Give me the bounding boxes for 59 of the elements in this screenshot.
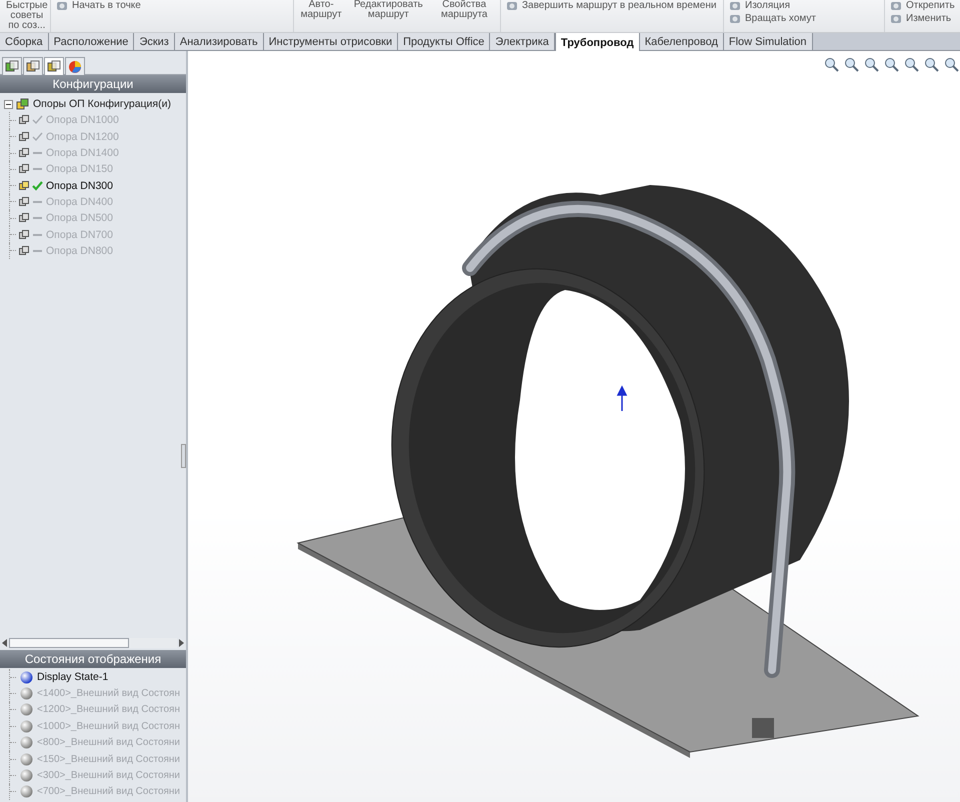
tool-icon [729, 13, 741, 25]
ribbon-tab[interactable]: Эскиз [134, 33, 175, 50]
property-icon [26, 60, 40, 74]
tool-icon [56, 0, 68, 12]
tool-icon [890, 0, 902, 12]
feature-tree-icon [5, 60, 19, 74]
collapse-toggle[interactable] [4, 100, 13, 109]
splitter-handle[interactable] [181, 444, 186, 468]
panel-tab[interactable] [23, 57, 43, 75]
panel-header: Состояния отображения [0, 650, 186, 668]
toolbar-label[interactable]: Редактировать маршрут [351, 0, 426, 20]
tree-item[interactable]: Опора DN300 [46, 180, 113, 192]
component-icon [19, 148, 29, 158]
component-icon [19, 246, 29, 256]
assembly-icon [16, 98, 30, 110]
check-icon [32, 115, 43, 126]
ribbon-tab[interactable]: Продукты Office [398, 33, 490, 50]
horizontal-scrollbar[interactable] [0, 636, 186, 650]
component-icon [19, 196, 29, 207]
component-icon [19, 180, 29, 191]
ribbon-tab[interactable]: Сборка [0, 33, 49, 50]
zoom-icon[interactable] [824, 57, 840, 73]
check-icon [32, 180, 43, 191]
tree-item[interactable]: Опоры ОП Конфигурация(и) [33, 98, 171, 110]
component-icon [19, 164, 29, 174]
ribbon-tab[interactable]: Трубопровод [554, 33, 640, 52]
triad-icon [614, 385, 630, 413]
panel-tab[interactable] [44, 57, 64, 76]
configuration-icon [47, 60, 61, 74]
tool-icon [890, 13, 902, 25]
list-item[interactable]: Display State-1 [37, 671, 108, 684]
ribbon-tab[interactable]: Анализировать [174, 33, 264, 50]
ribbon-tab[interactable]: Расположение [48, 33, 134, 50]
toolbar-button[interactable]: Открепить [890, 0, 955, 12]
tool-icon [729, 0, 741, 12]
toolbar-button[interactable]: Начать в точке [56, 0, 141, 12]
ribbon-tab[interactable]: Инструменты отрисовки [264, 33, 398, 50]
zoom-area-icon[interactable] [844, 57, 860, 73]
panel-header: Конфигурации [0, 75, 186, 93]
ribbon-tab[interactable]: Flow Simulation [724, 33, 813, 50]
ribbon-tab[interactable]: Электрика [490, 33, 555, 50]
component-icon [19, 230, 29, 240]
check-icon [32, 132, 43, 142]
panel-tab[interactable] [2, 57, 22, 75]
component-icon [19, 213, 29, 224]
toolbar-button[interactable]: Вращать хомут [729, 13, 816, 25]
toolbar-button[interactable]: Изоляция [729, 0, 790, 12]
toolbar-button[interactable]: Изменить [890, 13, 952, 25]
ribbon-tab[interactable]: Кабелепровод [640, 33, 724, 50]
component-icon [19, 115, 29, 126]
scroll-right-icon[interactable] [179, 639, 184, 647]
appearance-icon [68, 60, 82, 74]
tool-icon [506, 0, 518, 12]
toolbar-label[interactable]: Быстрые советы по соз... [5, 1, 49, 31]
scroll-left-icon[interactable] [2, 639, 7, 647]
component-icon [19, 132, 29, 142]
toolbar-button[interactable]: Завершить маршрут в реальном времени [506, 0, 716, 12]
panel-tab[interactable] [65, 57, 85, 75]
toolbar-label[interactable]: Авто-маршрут [299, 0, 344, 20]
